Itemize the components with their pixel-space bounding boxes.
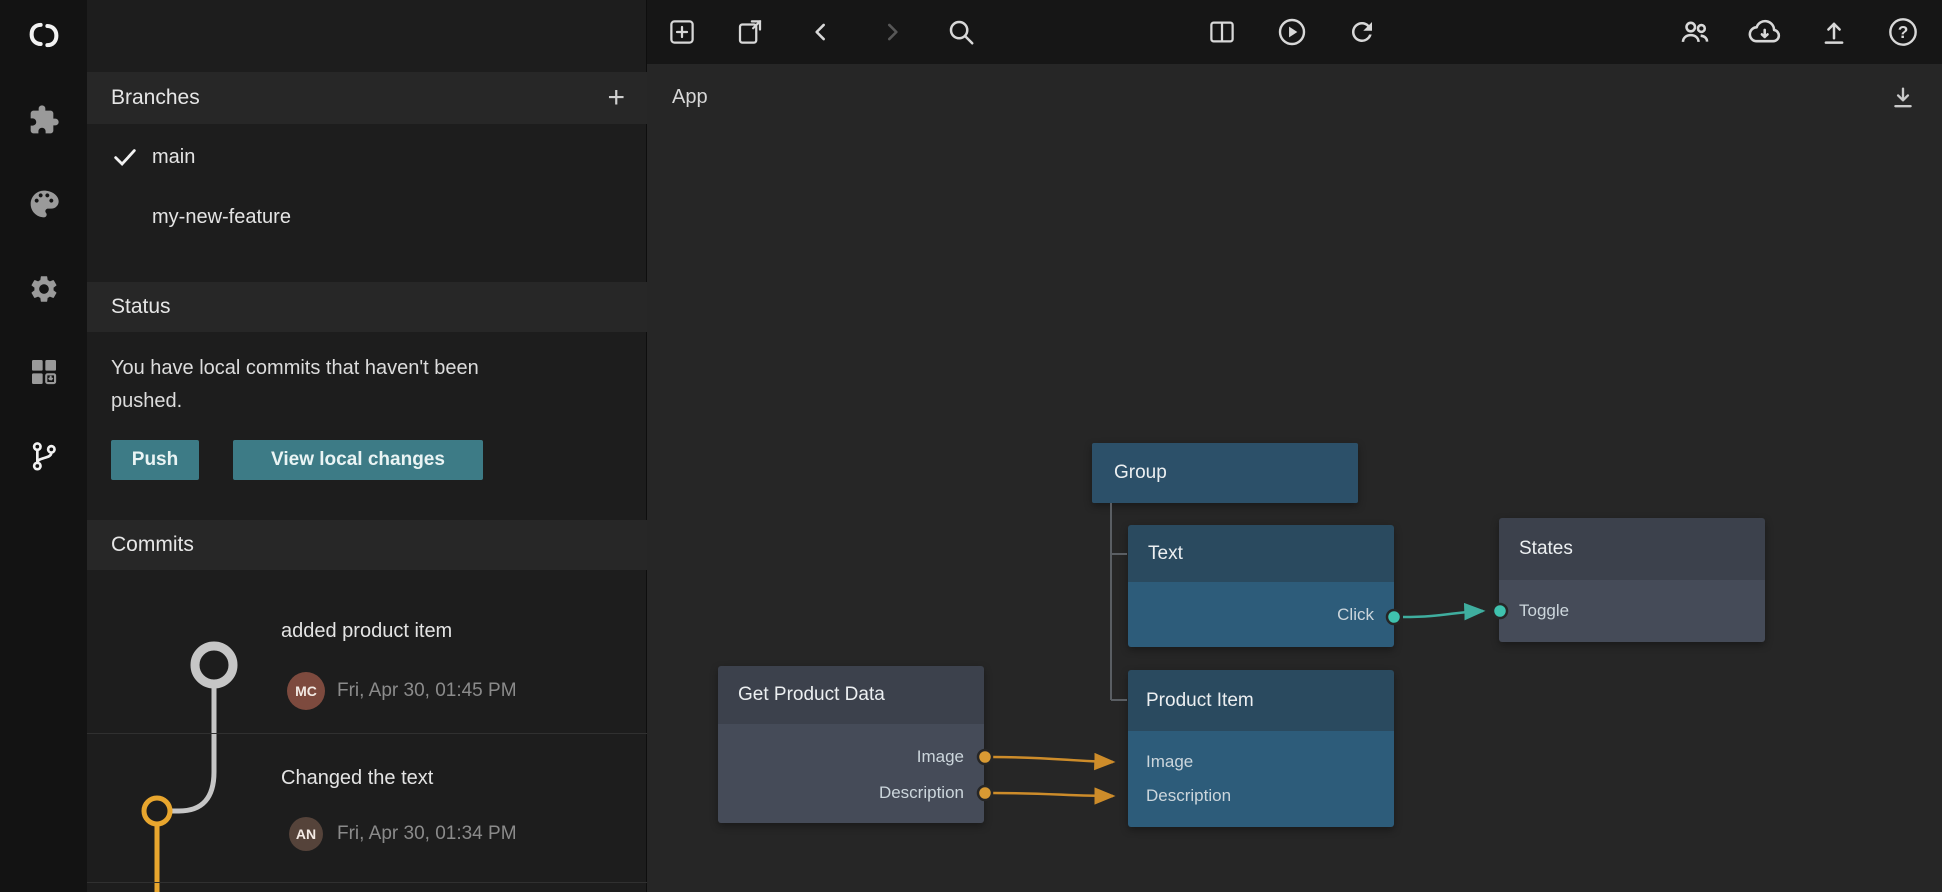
output-port-description[interactable]: Description bbox=[718, 775, 984, 811]
commit-message: added product item bbox=[281, 620, 452, 643]
push-button[interactable]: Push bbox=[111, 440, 199, 480]
settings-gear-icon[interactable] bbox=[0, 259, 87, 319]
output-port-click[interactable]: Click bbox=[1337, 605, 1394, 625]
cloud-sync-icon[interactable] bbox=[1745, 15, 1783, 49]
status-section-header: Status bbox=[87, 282, 647, 332]
add-node-icon[interactable] bbox=[667, 17, 697, 47]
branch-name: main bbox=[152, 146, 195, 169]
connection-image bbox=[993, 757, 1113, 762]
nav-forward-icon[interactable] bbox=[879, 19, 905, 45]
connection-click-toggle bbox=[1403, 611, 1483, 617]
node-title: Group bbox=[1114, 462, 1167, 484]
help-glyph: ? bbox=[1898, 22, 1909, 42]
branch-item-my-new-feature[interactable]: my-new-feature bbox=[87, 191, 647, 243]
split-view-icon[interactable] bbox=[1207, 17, 1237, 47]
input-port-description[interactable]: Description bbox=[1128, 779, 1394, 813]
version-control-panel: Branches + main my-new-feature Status Yo… bbox=[87, 0, 647, 892]
styles-palette-icon[interactable] bbox=[0, 174, 87, 234]
commits-section-header: Commits bbox=[87, 520, 647, 570]
avatar: MC bbox=[287, 672, 325, 710]
import-component-icon[interactable] bbox=[735, 17, 765, 47]
divider bbox=[87, 733, 647, 734]
extensions-icon[interactable] bbox=[0, 90, 87, 150]
commit-timestamp: Fri, Apr 30, 01:45 PM bbox=[337, 672, 517, 710]
node-text[interactable]: Text Click bbox=[1128, 525, 1394, 647]
canvas-breadcrumb-app[interactable]: App bbox=[672, 86, 708, 109]
divider bbox=[87, 882, 647, 883]
refresh-icon[interactable] bbox=[1347, 17, 1377, 47]
output-port-image[interactable]: Image bbox=[718, 739, 984, 775]
commits-title: Commits bbox=[111, 533, 194, 557]
app-root: Branches + main my-new-feature Status Yo… bbox=[0, 0, 1942, 892]
node-title: Get Product Data bbox=[738, 684, 885, 706]
status-title: Status bbox=[111, 295, 171, 319]
node-states[interactable]: States Toggle bbox=[1499, 518, 1765, 642]
connection-description bbox=[993, 793, 1113, 796]
branches-section-header: Branches + bbox=[87, 72, 647, 124]
deploy-upload-icon[interactable] bbox=[1819, 17, 1849, 47]
help-icon[interactable]: ? bbox=[1887, 16, 1919, 48]
run-preview-icon[interactable] bbox=[1276, 16, 1308, 48]
node-product-item[interactable]: Product Item Image Description bbox=[1128, 670, 1394, 827]
current-branch-check-icon bbox=[111, 143, 139, 171]
download-icon[interactable] bbox=[1889, 84, 1917, 117]
collaborators-icon[interactable] bbox=[1678, 15, 1712, 49]
activity-bar bbox=[0, 0, 87, 892]
branches-title: Branches bbox=[111, 86, 200, 110]
nav-back-icon[interactable] bbox=[808, 19, 834, 45]
node-group[interactable]: Group bbox=[1092, 443, 1358, 503]
search-icon[interactable] bbox=[946, 17, 976, 47]
commit-message: Changed the text bbox=[281, 767, 433, 790]
avatar: AN bbox=[289, 817, 323, 851]
app-logo-icon[interactable] bbox=[0, 5, 87, 65]
node-title: States bbox=[1519, 538, 1573, 560]
version-control-icon[interactable] bbox=[0, 426, 87, 486]
commit-timestamp: Fri, Apr 30, 01:34 PM bbox=[337, 815, 517, 853]
add-branch-button[interactable]: + bbox=[607, 83, 625, 113]
view-local-changes-button[interactable]: View local changes bbox=[233, 440, 483, 480]
canvas-toolbar: ? bbox=[647, 0, 1942, 64]
branch-item-main[interactable]: main bbox=[87, 131, 647, 183]
node-title: Text bbox=[1148, 543, 1183, 565]
branch-name: my-new-feature bbox=[152, 206, 291, 229]
input-port-toggle[interactable]: Toggle bbox=[1499, 601, 1569, 621]
components-icon[interactable] bbox=[0, 342, 87, 402]
hierarchy-connection bbox=[1111, 503, 1127, 700]
status-message: You have local commits that haven't been… bbox=[111, 352, 541, 418]
node-canvas[interactable]: App Group Text Click States bbox=[647, 64, 1942, 892]
node-get-product-data[interactable]: Get Product Data Image Description bbox=[718, 666, 984, 823]
input-port-image[interactable]: Image bbox=[1128, 745, 1394, 779]
node-title: Product Item bbox=[1146, 690, 1254, 712]
